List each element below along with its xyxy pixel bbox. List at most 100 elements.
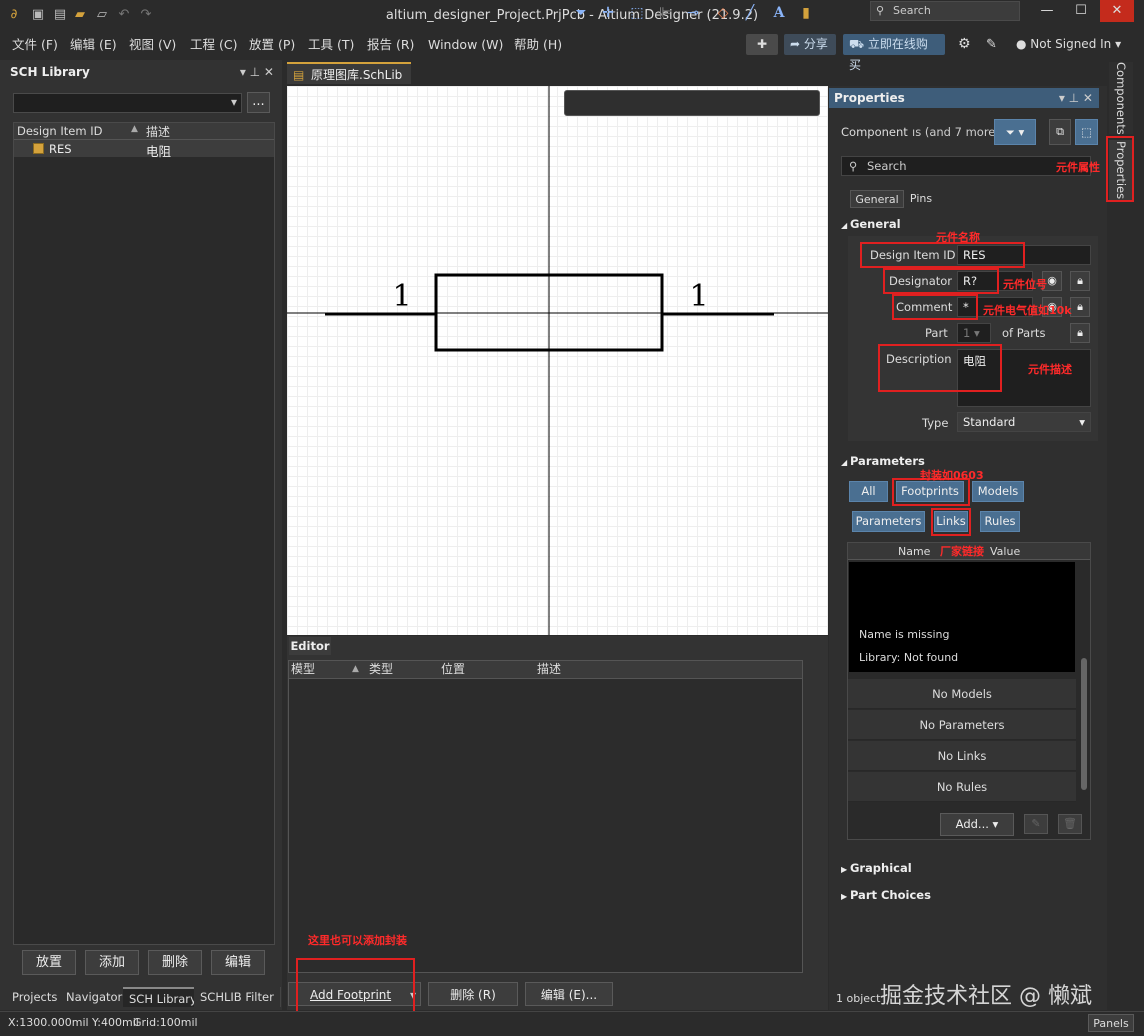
col-model-description[interactable]: 描述 [537, 660, 561, 679]
select-area-icon[interactable]: ⬚ [627, 4, 647, 22]
filter-button[interactable]: ⏷ ▾ [994, 119, 1036, 145]
lock-icon[interactable]: 🔒︎ [1070, 297, 1090, 317]
col-model[interactable]: 模型 [291, 660, 315, 679]
buy-online-button[interactable]: ⛟ 立即在线购买 [843, 34, 945, 72]
col-location[interactable]: 位置 [441, 660, 465, 679]
move-icon[interactable]: ✛ [598, 4, 618, 22]
menu-file[interactable]: 文件 (F) [12, 36, 58, 54]
menu-window[interactable]: Window (W) [428, 36, 503, 54]
lock-icon[interactable]: 🔒︎ [1070, 271, 1090, 291]
filter-models-button[interactable]: Models [972, 481, 1024, 502]
place-line-icon[interactable]: ╱ [740, 4, 760, 22]
global-search-input[interactable]: ⚲ Search [870, 1, 1020, 21]
trash-icon[interactable]: 🗑︎ [1058, 814, 1082, 834]
expand-icon: ▶ [841, 865, 850, 874]
add-button[interactable]: 添加 [85, 950, 139, 975]
menu-edit[interactable]: 编辑 (E) [70, 36, 117, 54]
selection-count: 1 object [836, 992, 881, 1005]
part-choices-section-header[interactable]: ▶ Part Choices [841, 886, 931, 904]
edit-pencil-icon[interactable]: ✎ [1024, 814, 1048, 834]
graphical-section-header[interactable]: ▶ Graphical [841, 859, 912, 877]
tab-schlib-filter[interactable]: SCHLIB Filter [194, 987, 281, 1007]
select-icon[interactable]: ⧉ [1049, 119, 1071, 145]
place-text-icon[interactable]: A [769, 4, 789, 22]
settings-gear-icon[interactable]: ⚙ [952, 34, 978, 55]
col-name[interactable]: Name [898, 545, 930, 558]
part-value: 1 [963, 326, 971, 340]
part-select[interactable]: 1 ▾ [957, 323, 991, 343]
parameters-section-header[interactable]: ◢ Parameters [841, 452, 925, 470]
side-tab-components[interactable]: Components [1109, 62, 1133, 135]
expand-icon: ▶ [841, 892, 850, 901]
place-pin-icon[interactable]: ⊸ [683, 4, 703, 22]
type-select[interactable]: Standard ▾ [957, 412, 1091, 432]
ieee-symbol-icon[interactable]: ◇ [713, 4, 733, 22]
edit-model-button[interactable]: 编辑 (E)... [525, 982, 613, 1006]
minimize-button[interactable]: — [1030, 0, 1064, 22]
edit-button[interactable]: 编辑 [211, 950, 265, 975]
annotation-box-links [931, 508, 971, 536]
menu-place[interactable]: 放置 (P) [249, 36, 295, 54]
sch-library-title-text: SCH Library [10, 65, 90, 79]
document-tab[interactable]: ▤原理图库.SchLib * [287, 62, 411, 104]
maximize-button[interactable]: ☐ [1064, 0, 1098, 22]
notifications-icon[interactable]: ✎ [980, 34, 1006, 55]
col-value[interactable]: Value [990, 545, 1020, 558]
filter-icon[interactable]: ⏷ [571, 4, 591, 22]
general-section-header[interactable]: ◢ General [841, 215, 901, 233]
remove-model-button[interactable]: 删除 (R) [428, 982, 518, 1006]
panel-controls-icon[interactable]: ▾ ⊥ ✕ [1059, 88, 1093, 108]
watermark: 掘金技术社区 @ 懒斌 [880, 984, 1092, 1009]
menu-project[interactable]: 工程 (C) [190, 36, 237, 54]
tab-general[interactable]: General [850, 190, 904, 208]
align-icon[interactable]: ⊫ [655, 4, 675, 22]
tab-navigator[interactable]: Navigator [60, 987, 130, 1007]
component-icon [33, 143, 44, 154]
share-icon: ➦ [790, 37, 804, 51]
scrollbar-thumb[interactable] [1081, 658, 1087, 790]
place-component-icon[interactable]: ▮ [796, 4, 816, 22]
annotation-links: 厂家链接 [940, 545, 984, 558]
resistor-symbol: 1 1 [287, 86, 828, 635]
tab-sch-library[interactable]: SCH Library [123, 987, 204, 1007]
properties-search-input[interactable]: ⚲ Search [841, 156, 1091, 176]
row-no-models: No Models [848, 679, 1076, 709]
tab-pins[interactable]: Pins [904, 190, 938, 208]
menu-tools[interactable]: 工具 (T) [308, 36, 354, 54]
delete-button[interactable]: 删除 [148, 950, 202, 975]
preview-library-not-found: Library: Not found [859, 651, 959, 664]
panel-controls-icon[interactable]: ▾ ⊥ ✕ [240, 61, 274, 83]
annotation-box-design-id [860, 242, 1025, 268]
tab-projects[interactable]: Projects [6, 987, 65, 1007]
component-list [13, 122, 275, 945]
col-description[interactable]: 描述 [146, 123, 170, 140]
schlib-file-icon: ▤ [293, 68, 305, 82]
component-label: Component [841, 125, 908, 139]
menu-reports[interactable]: 报告 (R) [367, 36, 414, 54]
editor-tab[interactable]: Editor [289, 637, 331, 655]
library-more-button[interactable]: ... [247, 92, 270, 113]
panels-button[interactable]: Panels [1088, 1014, 1134, 1032]
collapse-icon: ◢ [841, 221, 850, 230]
share-button[interactable]: ➦ 分享 [784, 34, 836, 55]
chat-button[interactable]: ✚ [746, 34, 778, 55]
annotation-box-comment [892, 294, 978, 320]
filter-icon: ⏷ ▾ [1005, 125, 1025, 139]
menu-help[interactable]: 帮助 (H) [514, 36, 562, 54]
menu-view[interactable]: 视图 (V) [129, 36, 176, 54]
user-account-button[interactable]: ● Not Signed In ▾ [1010, 34, 1134, 55]
part-choices-text: Part Choices [849, 888, 931, 902]
filter-parameters-button[interactable]: Parameters [852, 511, 925, 532]
lock-icon[interactable]: 🔒︎ [1070, 323, 1090, 343]
add-parameter-button[interactable]: Add... ▾ [940, 813, 1014, 836]
close-button[interactable]: ✕ [1100, 0, 1134, 22]
filter-rules-button[interactable]: Rules [980, 511, 1020, 532]
col-design-item-id[interactable]: Design Item ID [17, 124, 102, 138]
annotation-box-add-footprint [296, 958, 415, 1014]
search-icon: ⚲ [876, 4, 885, 17]
library-filter-dropdown[interactable]: ▾ [13, 93, 242, 113]
col-type[interactable]: 类型 [369, 660, 393, 679]
pointer-icon[interactable]: ⬚ [1075, 119, 1098, 145]
filter-all-button[interactable]: All [849, 481, 888, 502]
place-button[interactable]: 放置 [22, 950, 76, 975]
